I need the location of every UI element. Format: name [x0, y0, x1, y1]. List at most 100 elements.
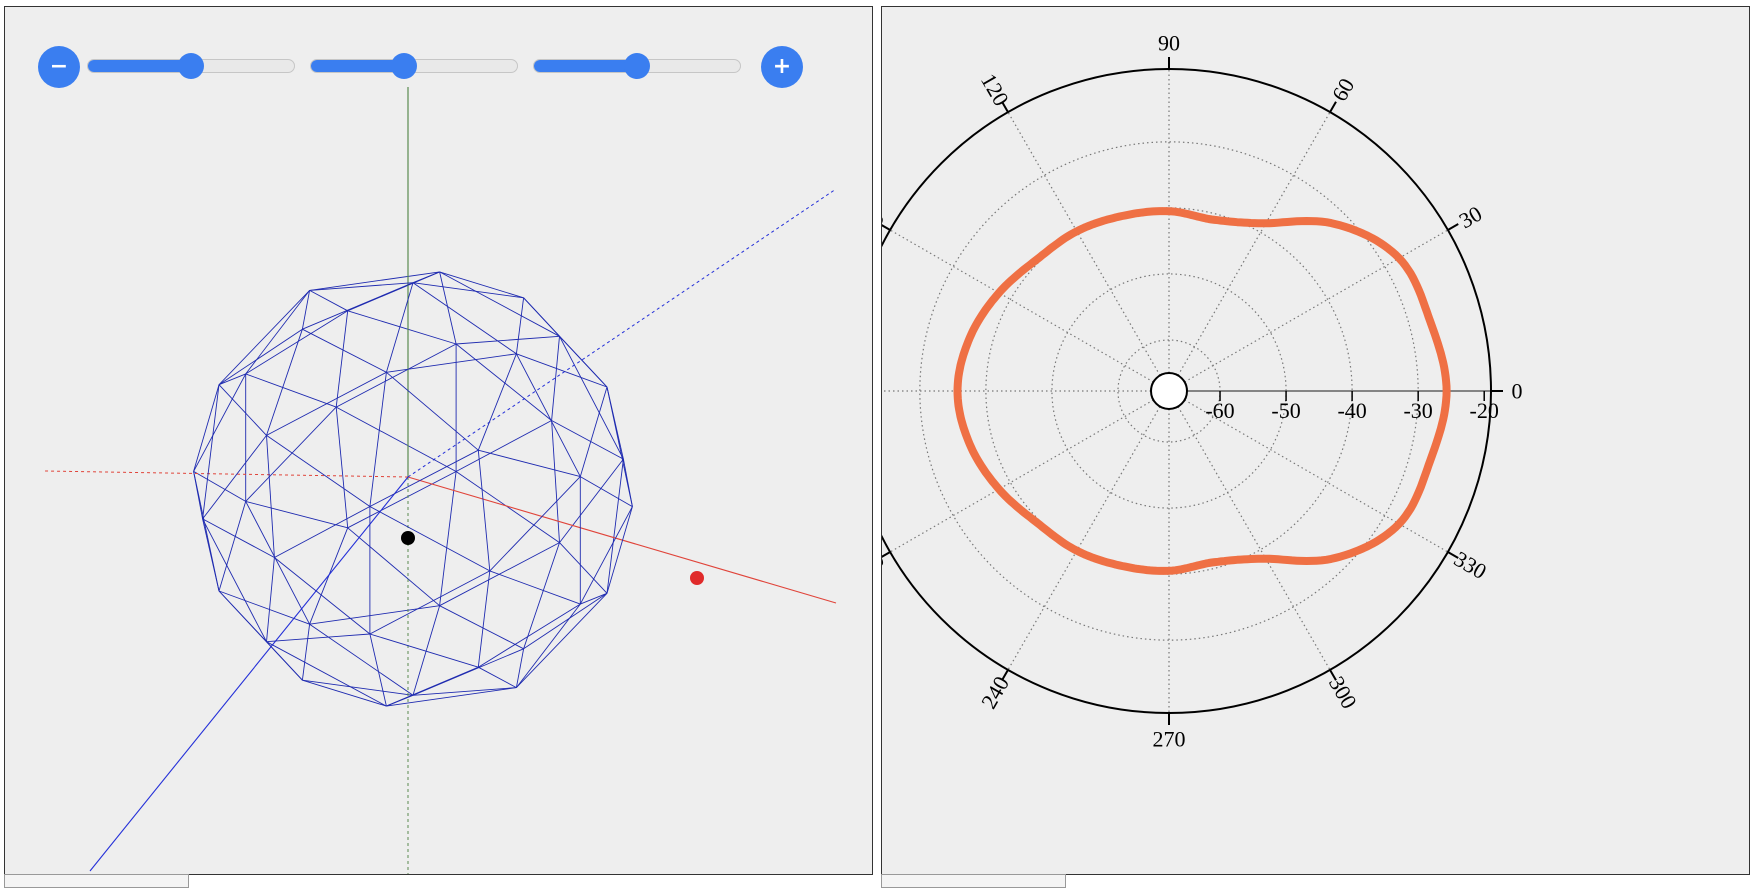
mesh-edge [456, 335, 560, 345]
mesh-edge [516, 603, 581, 688]
mesh-edge [335, 407, 349, 528]
observer-marker[interactable] [690, 571, 704, 585]
mesh-edge [478, 666, 517, 688]
polar-center-hole [1150, 372, 1188, 410]
radial-tick-label: -60 [1205, 398, 1234, 423]
slider-3[interactable] [533, 53, 741, 79]
mesh-edge [412, 605, 441, 696]
mesh-edge [579, 506, 633, 605]
slider-1-thumb[interactable] [178, 53, 204, 79]
mesh-edge [412, 282, 524, 299]
mesh-edge [439, 471, 457, 606]
polar-angle-tick [882, 224, 891, 231]
mesh-edge [202, 384, 220, 519]
polar-pattern-chart: -60-50-40-30-20 030609012015018021024027… [881, 6, 1750, 875]
mesh-edge [347, 471, 457, 529]
slider-1-fill [88, 60, 191, 72]
mesh-edge [274, 506, 371, 558]
mesh-edge [245, 290, 310, 375]
mesh-edge [218, 290, 310, 386]
sphere-mesh-front [193, 271, 633, 707]
polar-radial-labels: -60 -50 -40 -30 -20 [1205, 398, 1499, 423]
mesh-edge [455, 471, 560, 543]
mesh-edge [266, 641, 303, 681]
angle-tick-label: 270 [1153, 727, 1186, 752]
sphere-3d-view[interactable]: − + [4, 6, 873, 875]
mesh-edge [478, 603, 581, 668]
mesh-edge [606, 459, 624, 594]
coordinate-axes [44, 87, 837, 874]
mesh-edge [335, 343, 457, 408]
z-axis-line [89, 476, 409, 872]
angle-tick-label: 330 [1450, 546, 1491, 584]
x-axis-line-negative [44, 470, 409, 478]
right-tab-stub[interactable] [881, 874, 1066, 888]
mesh-edge [245, 310, 348, 375]
sphere-canvas[interactable] [5, 7, 873, 875]
mesh-edge [455, 420, 552, 472]
mesh-edge [335, 406, 457, 472]
mesh-edge [369, 506, 491, 572]
polar-spoke [1184, 229, 1449, 383]
mesh-edge [218, 590, 310, 625]
mesh-edge [202, 518, 220, 592]
mesh-edge [551, 336, 560, 421]
origin-marker [401, 531, 415, 545]
radial-tick-label: -40 [1337, 398, 1366, 423]
mesh-edge [477, 353, 517, 451]
angle-tick-label: 210 [882, 546, 888, 584]
radial-tick-label: -50 [1271, 398, 1300, 423]
mesh-edge [218, 501, 247, 592]
zoom-in-button[interactable]: + [761, 46, 803, 88]
polar-spoke [1007, 111, 1161, 376]
mesh-edge [302, 679, 414, 696]
mesh-edge [266, 435, 275, 558]
radial-tick-label: -30 [1403, 398, 1432, 423]
mesh-edge [369, 570, 491, 635]
x-axis-line [407, 476, 837, 604]
mesh-edge [489, 570, 581, 605]
mesh-edge [245, 406, 337, 502]
angle-tick-label: 60 [1327, 74, 1360, 106]
polar-angle-tick [1329, 101, 1337, 113]
slider-3-fill [534, 60, 637, 72]
mesh-edge [369, 633, 387, 707]
mesh-edge [266, 633, 370, 643]
polar-grid [882, 68, 1492, 714]
mesh-edge [386, 353, 517, 373]
mesh-edge [193, 384, 220, 472]
polar-spoke [889, 229, 1154, 383]
slider-1[interactable] [87, 53, 295, 79]
polar-spoke [1007, 406, 1161, 671]
angle-tick-label: 120 [976, 69, 1014, 110]
polar-spoke [1177, 111, 1331, 376]
polar-spoke [889, 399, 1154, 553]
angle-tick-label: 150 [882, 198, 888, 236]
polar-angle-tick [1447, 223, 1459, 231]
mesh-edge [218, 328, 303, 386]
slider-2-thumb[interactable] [390, 53, 417, 79]
sphere-mesh-back [193, 271, 633, 707]
mesh-edge [335, 310, 349, 408]
slider-2[interactable] [310, 53, 518, 79]
slider-3-thumb[interactable] [624, 53, 650, 79]
mesh-edge [245, 373, 337, 408]
slider-2-fill [311, 60, 404, 72]
mesh-edge [516, 353, 581, 477]
mesh-edge [302, 679, 387, 707]
mesh-edge [516, 353, 608, 388]
left-tab-stub[interactable] [4, 874, 189, 888]
radial-tick-label: -20 [1470, 398, 1499, 423]
mesh-edge [266, 435, 371, 507]
polar-spoke [1177, 406, 1331, 671]
mesh-edge [439, 271, 524, 299]
mesh-edge [477, 450, 491, 571]
mesh-edge [369, 633, 479, 668]
mesh-edge [309, 605, 440, 625]
mesh-edge [245, 500, 348, 529]
angle-tick-label: 300 [1324, 672, 1362, 713]
mesh-edge [439, 271, 457, 345]
zoom-out-button[interactable]: − [38, 46, 80, 88]
mesh-edge [369, 372, 387, 507]
mesh-edge [385, 282, 414, 373]
